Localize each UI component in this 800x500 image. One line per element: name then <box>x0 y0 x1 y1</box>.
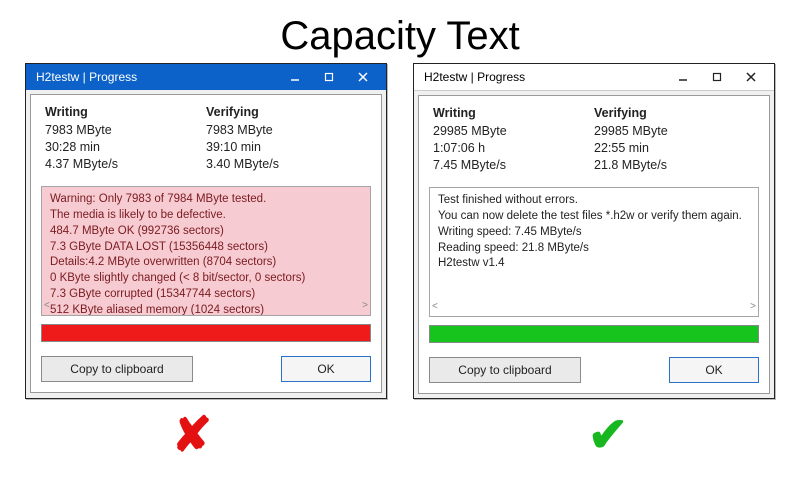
writing-rate: 7.45 MByte/s <box>433 158 594 172</box>
ok-button[interactable]: OK <box>281 356 371 382</box>
progress-bar-right <box>429 325 759 343</box>
cross-mark-icon: ✘ <box>172 407 208 463</box>
scroll-left-icon[interactable]: < <box>44 299 50 313</box>
verifying-time: 39:10 min <box>206 140 367 154</box>
titlebar-controls-left <box>278 66 380 88</box>
writing-time: 1:07:06 h <box>433 141 594 155</box>
writing-header: Writing <box>433 106 594 120</box>
log-left: Warning: Only 7983 of 7984 MByte tested.… <box>41 186 371 316</box>
writing-rate: 4.37 MByte/s <box>45 157 206 171</box>
titlebar-controls-right <box>666 66 768 88</box>
writing-time: 30:28 min <box>45 140 206 154</box>
stats-right: Writing 29985 MByte 1:07:06 h 7.45 MByte… <box>419 96 769 183</box>
close-icon[interactable] <box>346 66 380 88</box>
log-line: The media is likely to be defective. <box>50 208 362 224</box>
log-line: H2testw v1.4 <box>438 256 750 272</box>
titlebar-left: H2testw | Progress <box>26 64 386 90</box>
window-title-right: H2testw | Progress <box>420 70 666 84</box>
copy-button[interactable]: Copy to clipboard <box>429 357 581 383</box>
verifying-bytes: 7983 MByte <box>206 123 367 137</box>
scroll-left-icon[interactable]: < <box>432 300 438 314</box>
window-right: H2testw | Progress Writing 29985 MByte 1… <box>413 63 775 399</box>
log-right: Test finished without errors. You can no… <box>429 187 759 317</box>
maximize-icon[interactable] <box>700 66 734 88</box>
verifying-time: 22:55 min <box>594 141 755 155</box>
verifying-header: Verifying <box>594 106 755 120</box>
close-icon[interactable] <box>734 66 768 88</box>
window-title-left: H2testw | Progress <box>32 70 278 84</box>
verifying-rate: 21.8 MByte/s <box>594 158 755 172</box>
verifying-header: Verifying <box>206 105 367 119</box>
titlebar-right: H2testw | Progress <box>414 64 774 91</box>
log-line: 0 KByte slightly changed (< 8 bit/sector… <box>50 271 362 287</box>
window-left: H2testw | Progress Writing 7983 MByte 30… <box>25 63 387 399</box>
log-line: Warning: Only 7983 of 7984 MByte tested. <box>50 192 362 208</box>
mark-row: ✘ ✔ <box>0 399 800 463</box>
scroll-right-icon[interactable]: > <box>750 300 756 314</box>
log-line: Details:4.2 MByte overwritten (8704 sect… <box>50 255 362 271</box>
maximize-icon[interactable] <box>312 66 346 88</box>
log-line: You can now delete the test files *.h2w … <box>438 209 750 225</box>
progress-bar-left <box>41 324 371 342</box>
stats-left: Writing 7983 MByte 30:28 min 4.37 MByte/… <box>31 95 381 182</box>
scroll-right-icon[interactable]: > <box>362 299 368 313</box>
minimize-icon[interactable] <box>278 66 312 88</box>
minimize-icon[interactable] <box>666 66 700 88</box>
log-line: Test finished without errors. <box>438 193 750 209</box>
page-title: Capacity Text <box>0 0 800 63</box>
check-mark-icon: ✔ <box>588 407 628 463</box>
verifying-bytes: 29985 MByte <box>594 124 755 138</box>
verifying-rate: 3.40 MByte/s <box>206 157 367 171</box>
writing-bytes: 7983 MByte <box>45 123 206 137</box>
log-line: Writing speed: 7.45 MByte/s <box>438 225 750 241</box>
log-line: 484.7 MByte OK (992736 sectors) <box>50 224 362 240</box>
ok-button[interactable]: OK <box>669 357 759 383</box>
writing-bytes: 29985 MByte <box>433 124 594 138</box>
log-line: Reading speed: 21.8 MByte/s <box>438 241 750 257</box>
writing-header: Writing <box>45 105 206 119</box>
copy-button[interactable]: Copy to clipboard <box>41 356 193 382</box>
log-line: 7.3 GByte DATA LOST (15356448 sectors) <box>50 240 362 256</box>
